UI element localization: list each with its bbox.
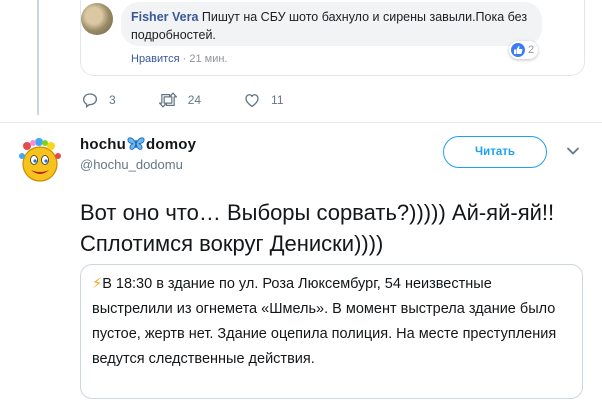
like-reaction-icon [511, 43, 525, 57]
parent-tweet-actions: 3 24 11 [81, 90, 326, 110]
comment-meta: Нравится · 21 мин. [131, 53, 227, 65]
tweet-text: Вот оно что… Выборы сорвать?))))) Ай-яй-… [80, 200, 555, 256]
commenter-name[interactable]: Fisher Vera [131, 10, 198, 24]
thread-line [37, 0, 39, 115]
heart-icon [245, 94, 259, 108]
user-handle[interactable]: @hochu_dodomu [80, 157, 183, 172]
comment-text-block: Fisher Vera Пишут на СБУ шото бахнуло и … [131, 8, 536, 44]
like-count: 11 [271, 93, 284, 107]
display-name-part2: domoy [146, 136, 197, 153]
quoted-text: В 18:30 в здание по ул. Роза Люксембург,… [92, 276, 557, 367]
meta-separator: · [182, 53, 187, 65]
reply-count: 3 [109, 93, 116, 107]
lightning-icon: ⚡ [92, 276, 103, 292]
reply-icon [82, 93, 98, 109]
butterfly-icon [127, 137, 145, 150]
divider [0, 122, 602, 123]
display-name[interactable]: hochu domoy [80, 136, 196, 153]
comment-time[interactable]: 21 мин. [189, 53, 227, 65]
commenter-avatar[interactable] [81, 3, 113, 35]
quoted-content-card[interactable]: ⚡В 18:30 в здание по ул. Роза Люксембург… [80, 264, 583, 399]
chevron-down-icon[interactable] [566, 146, 580, 156]
comment-like-link[interactable]: Нравится [131, 53, 180, 65]
reaction-summary[interactable]: 2 [509, 41, 539, 59]
retweet-button[interactable]: 24 [158, 91, 201, 109]
like-button[interactable]: 11 [243, 91, 284, 109]
reply-button[interactable]: 3 [81, 91, 116, 109]
retweet-icon [158, 92, 177, 108]
avatar[interactable] [14, 134, 66, 186]
display-name-part1: hochu [80, 136, 126, 153]
quoted-text-block: ⚡В 18:30 в здание по ул. Роза Люксембург… [92, 272, 572, 372]
retweet-count: 24 [187, 93, 202, 107]
comment-bubble: Fisher Vera Пишут на СБУ шото бахнуло и … [121, 2, 542, 46]
embedded-facebook-comment: Fisher Vera Пишут на СБУ шото бахнуло и … [80, 0, 585, 76]
follow-button[interactable]: Читать [443, 136, 547, 168]
reaction-count: 2 [528, 44, 535, 56]
